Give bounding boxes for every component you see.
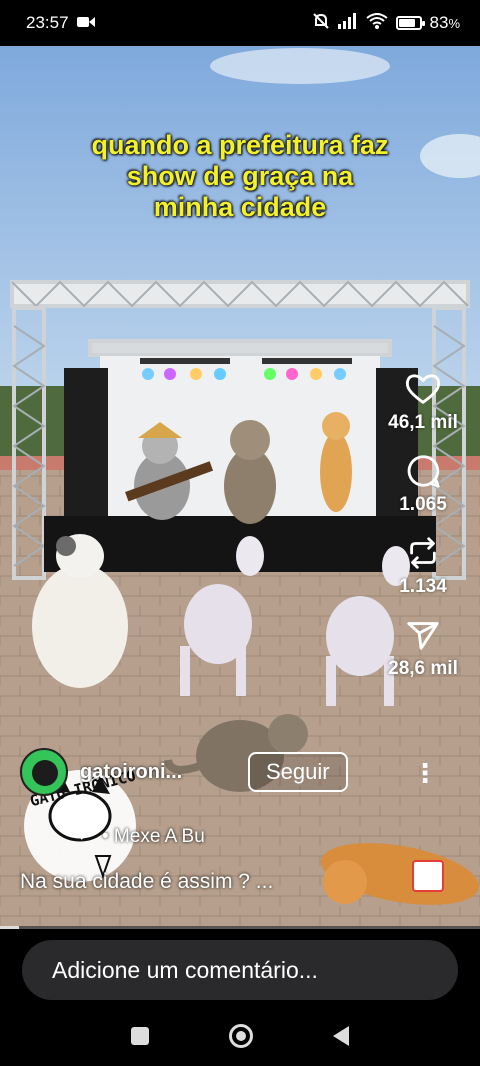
singer-cat — [224, 420, 276, 524]
music-row[interactable]: • Mexe A Bu — [78, 826, 205, 848]
home-circle-icon[interactable] — [229, 1024, 253, 1048]
system-nav-bar — [0, 1006, 480, 1066]
repost-count: 1.134 — [399, 576, 447, 597]
clock: 23:57 — [26, 13, 69, 32]
music-title: • Mexe A Bu — [102, 826, 205, 847]
caption-line: quando a prefeitura faz — [91, 130, 389, 160]
video-caption: quando a prefeitura faz show de graça na… — [40, 130, 440, 223]
more-options-icon[interactable]: ⋮ — [412, 758, 438, 789]
share-count: 28,6 mil — [388, 658, 458, 679]
wifi-icon — [365, 12, 388, 34]
action-rail: 46,1 mil 1.065 1.134 28,6 mil — [378, 370, 468, 698]
orange-cat — [320, 412, 352, 512]
speaker-left — [64, 368, 108, 528]
share-button[interactable]: 28,6 mil — [388, 616, 458, 680]
repost-button[interactable]: 1.134 — [399, 534, 447, 598]
music-arrow-icon — [78, 826, 94, 848]
avatar[interactable] — [20, 748, 68, 796]
video-progress-bar[interactable] — [0, 926, 480, 929]
like-button[interactable]: 46,1 mil — [388, 370, 458, 434]
video-description[interactable]: Na sua cidade é assim ? ... — [20, 870, 273, 894]
comment-bubble-icon — [407, 455, 440, 488]
mute-bell-icon — [312, 12, 330, 35]
author-row: gatoironi... Seguir — [20, 748, 348, 796]
signal-icon — [337, 12, 358, 34]
battery-percent: 83% — [429, 13, 460, 32]
caption-line: show de graça na — [126, 161, 354, 191]
comment-bar: Adicione um comentário... — [0, 930, 480, 1006]
video-camera-icon — [76, 13, 95, 33]
comment-input[interactable]: Adicione um comentário... — [22, 940, 458, 1000]
recents-square-icon[interactable] — [131, 1027, 149, 1045]
heart-icon — [405, 374, 441, 404]
repost-icon — [410, 537, 436, 569]
caption-line: minha cidade — [153, 192, 327, 222]
username[interactable]: gatoironi... — [80, 761, 230, 784]
comment-count: 1.065 — [399, 494, 447, 515]
follow-button[interactable]: Seguir — [248, 752, 348, 792]
status-bar: 23:57 83% — [0, 0, 480, 46]
music-disc-thumbnail[interactable] — [412, 860, 444, 892]
comment-button[interactable]: 1.065 — [399, 452, 447, 516]
share-send-icon — [407, 622, 439, 650]
battery-icon — [395, 16, 425, 30]
like-count: 46,1 mil — [388, 412, 458, 433]
back-triangle-icon[interactable] — [333, 1026, 349, 1046]
